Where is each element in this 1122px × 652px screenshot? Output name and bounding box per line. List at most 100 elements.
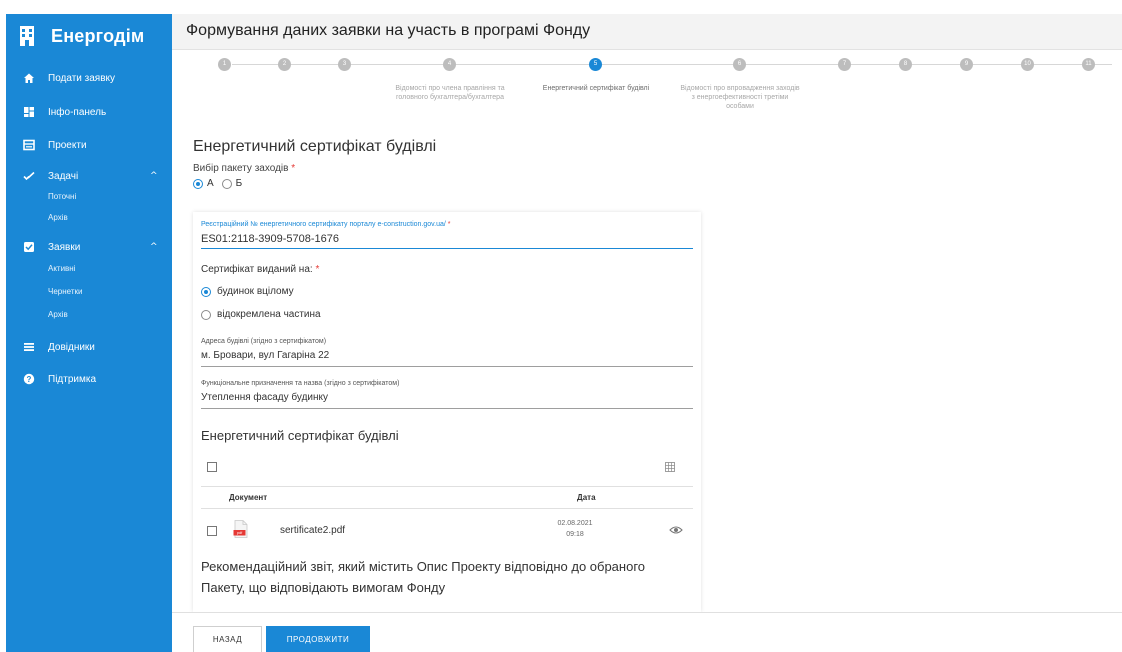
sidebar-subitem-applications-archive[interactable]: Архів	[6, 307, 172, 325]
issued-part-radio[interactable]	[201, 309, 211, 320]
step-5-label: Енергетичний сертифікат будівлі	[542, 85, 650, 92]
step-6-label: Відомості про впровадження заходів з ене…	[680, 85, 800, 110]
sidebar-item-dashboard[interactable]: Інфо-панель	[6, 100, 172, 124]
document-date-time: 09:18	[566, 531, 584, 538]
purpose-underline	[201, 408, 693, 409]
required-mark: *	[291, 163, 296, 174]
sidebar-item-label: Проекти	[48, 139, 87, 151]
sidebar-item-projects[interactable]: Проекти	[6, 133, 172, 157]
column-header-date[interactable]: Дата	[577, 493, 596, 502]
step-5-dot[interactable]: 5	[589, 58, 602, 71]
document-name[interactable]: sertificate2.pdf	[280, 525, 345, 536]
reg-number-label: Реєстраційний № енергетичного сертифікат…	[201, 221, 451, 228]
checkbox-icon	[24, 242, 34, 252]
form-title: Енергетичний сертифікат будівлі	[193, 138, 437, 155]
stepper: 1 2 3 4 5 6 7 8 9 10 11 Відомості про чл…	[172, 50, 1122, 130]
package-a-radio[interactable]	[193, 178, 203, 189]
document-date-day: 02.08.2021	[557, 520, 593, 527]
step-2-dot[interactable]: 2	[278, 58, 291, 71]
brand-name: Енергодім	[51, 26, 145, 46]
issued-option-whole[interactable]: будинок вцілому	[201, 286, 294, 297]
sidebar-subitem-drafts[interactable]: Чернетки	[6, 284, 172, 302]
continue-button[interactable]: ПРОДОВЖИТИ	[266, 626, 370, 652]
help-icon: ?	[23, 373, 35, 385]
reg-number-underline	[201, 248, 693, 249]
purpose-label: Функціональне призначення та назва (згід…	[201, 380, 400, 387]
address-label: Адреса будівлі (згідно з сертифікатом)	[201, 338, 327, 345]
step-4-dot[interactable]: 4	[443, 58, 456, 71]
certificate-card: Реєстраційний № енергетичного сертифікат…	[193, 212, 701, 612]
step-6-dot[interactable]: 6	[733, 58, 746, 71]
chevron-up-icon[interactable]: ^	[150, 171, 158, 181]
sidebar-subitem-label: Чернетки	[48, 287, 83, 296]
required-mark: *	[315, 264, 320, 275]
form-footer: НАЗАД ПРОДОВЖИТИ	[172, 612, 1122, 652]
purpose-input[interactable]: Утеплення фасаду будинку	[201, 392, 328, 403]
sidebar-item-support[interactable]: ? Підтримка	[6, 367, 172, 391]
column-header-document[interactable]: Документ	[229, 493, 267, 502]
sidebar-subitem-tasks-archive[interactable]: Архів	[6, 210, 172, 228]
package-label-text: Вибір пакету заходів	[193, 163, 289, 174]
issued-whole-radio[interactable]	[201, 286, 211, 297]
back-button[interactable]: НАЗАД	[193, 626, 262, 652]
step-8-dot[interactable]: 8	[899, 58, 912, 71]
sidebar-item-label: Підтримка	[48, 373, 97, 385]
columns-icon[interactable]	[665, 462, 675, 472]
package-a-label: А	[207, 178, 214, 189]
sidebar-item-references[interactable]: Довідники	[6, 335, 172, 359]
table-header-divider	[201, 486, 693, 487]
sidebar-item-tasks[interactable]: Задачі ^	[6, 164, 172, 188]
issued-part-label: відокремлена частина	[217, 309, 321, 320]
check-icon	[23, 171, 35, 181]
row-checkbox[interactable]	[207, 526, 217, 536]
required-mark: *	[447, 221, 451, 228]
package-b-radio[interactable]	[221, 178, 232, 189]
step-3-dot[interactable]: 3	[338, 58, 351, 71]
sidebar-subitem-active[interactable]: Активні	[6, 261, 172, 279]
sidebar-item-label: Задачі	[48, 170, 79, 182]
step-10-dot[interactable]: 10	[1021, 58, 1034, 71]
step-7-dot[interactable]: 7	[838, 58, 851, 71]
sidebar-subitem-label: Поточні	[48, 192, 77, 201]
table-row-divider	[201, 508, 693, 509]
menu-icon	[24, 343, 34, 351]
sidebar-item-submit[interactable]: Подати заявку	[6, 66, 172, 90]
sidebar-item-label: Заявки	[48, 241, 81, 253]
home-icon	[24, 73, 34, 83]
sidebar-item-label: Довідники	[48, 341, 95, 353]
recommendation-report-title: Рекомендаційний звіт, який містить Опис …	[201, 559, 646, 595]
stepper-line	[232, 64, 1112, 65]
step-11-dot[interactable]: 11	[1082, 58, 1095, 71]
select-all-checkbox[interactable]	[207, 462, 217, 472]
sidebar-item-label: Подати заявку	[48, 72, 116, 84]
projects-icon	[23, 139, 35, 151]
reg-number-label-text: Реєстраційний № енергетичного сертифікат…	[201, 221, 446, 228]
brand[interactable]: Енергодім	[6, 14, 172, 66]
dashboard-icon	[24, 107, 34, 117]
package-b-label: Б	[235, 178, 243, 189]
issued-label-text: Сертифікат виданий на:	[201, 264, 313, 275]
step-1-dot[interactable]: 1	[218, 58, 231, 71]
address-input[interactable]: м. Бровари, вул Гагаріна 22	[201, 350, 329, 361]
pdf-file-icon: pdf	[233, 520, 248, 538]
reg-number-input[interactable]: ES01:2118-3909-5708-1676	[201, 233, 339, 245]
svg-text:?: ?	[27, 375, 32, 384]
package-options: А Б	[193, 178, 242, 189]
issued-label: Сертифікат виданий на: *	[201, 264, 319, 275]
sidebar-item-applications[interactable]: Заявки ^	[6, 235, 172, 259]
sidebar-subitem-current-tasks[interactable]: Поточні	[6, 189, 172, 207]
sidebar-subitem-label: Архів	[48, 310, 68, 319]
page-header: Формування даних заявки на участь в прог…	[172, 14, 1122, 50]
chevron-up-icon[interactable]: ^	[150, 242, 158, 252]
step-9-dot[interactable]: 9	[960, 58, 973, 71]
step-4-label: Відомості про члена правління та головно…	[395, 85, 505, 101]
sidebar: Енергодім Подати заявку Інфо-панель Прое…	[6, 14, 172, 652]
address-underline	[201, 366, 693, 367]
sidebar-subitem-label: Активні	[48, 264, 76, 273]
document-date: 02.08.2021 09:18	[553, 518, 597, 540]
issued-option-part[interactable]: відокремлена частина	[201, 309, 321, 320]
sidebar-subitem-label: Архів	[48, 213, 68, 222]
issued-whole-label: будинок вцілому	[217, 286, 294, 297]
eye-icon[interactable]	[669, 525, 683, 535]
app-root: Енергодім Подати заявку Інфо-панель Прое…	[0, 0, 1122, 652]
